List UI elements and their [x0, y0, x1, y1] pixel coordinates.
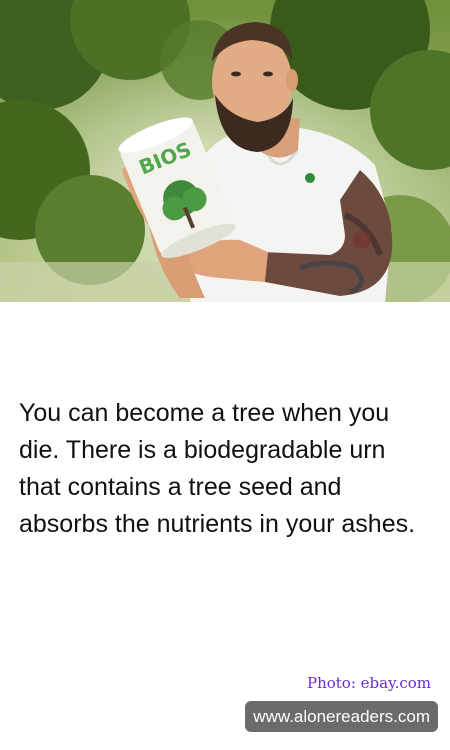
fact-text: You can become a tree when you die. Ther… — [19, 399, 416, 538]
site-badge[interactable]: www.alonereaders.com — [245, 701, 438, 732]
man-holding-urn-illustration: BIOS — [0, 0, 450, 302]
site-url[interactable]: www.alonereaders.com — [253, 707, 430, 727]
photo-credit: Photo: ebay.com — [307, 674, 431, 692]
header-photo: BIOS — [0, 0, 450, 302]
fact-card: BIOS You can become a tree when you die.… — [0, 0, 450, 750]
